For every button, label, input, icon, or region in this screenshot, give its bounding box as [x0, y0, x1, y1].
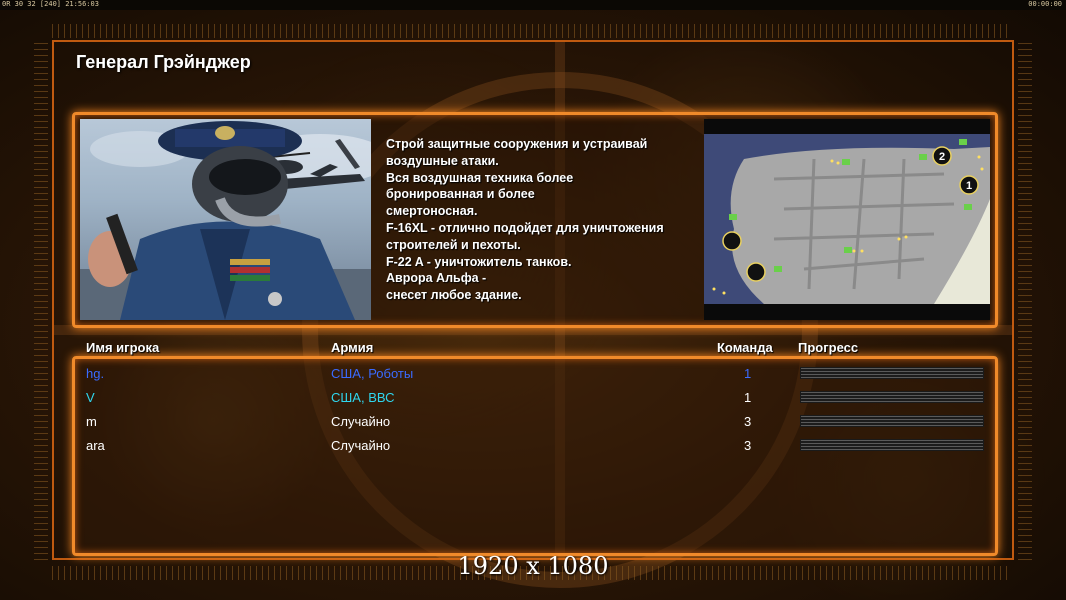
pilot-portrait-image — [80, 121, 371, 320]
svg-text:2: 2 — [939, 151, 945, 163]
svg-text:1: 1 — [966, 180, 972, 192]
ruler-left — [34, 40, 48, 560]
players-panel — [72, 356, 998, 556]
player-progress-bar — [800, 415, 984, 427]
player-name: V — [86, 390, 95, 405]
player-name: ara — [86, 438, 105, 453]
player-progress-bar — [800, 367, 984, 379]
hud-left-readout: 0R 30 32 [240] 21:56:03 — [2, 0, 99, 8]
player-team: 1 — [744, 390, 752, 405]
column-header-progress: Прогресс — [798, 340, 859, 355]
player-army: Случайно — [331, 438, 391, 453]
resolution-label: 1920 x 1080 — [457, 552, 609, 580]
status-bar — [0, 0, 1066, 10]
player-name: m — [86, 414, 97, 429]
player-progress-bar — [800, 391, 984, 403]
column-header-team: Команда — [717, 340, 773, 355]
start-marker-2-icon: 2 — [932, 146, 952, 166]
ruler-right — [1018, 40, 1032, 560]
column-header-army: Армия — [331, 340, 374, 355]
player-progress-bar — [800, 439, 984, 451]
general-title: Генерал Грэйнджер — [76, 52, 251, 72]
player-name: hg. — [86, 366, 105, 381]
hud-right-clock: 00:00:00 — [1028, 0, 1062, 8]
general-description: Строй защитные сооружения и устраивай во… — [386, 137, 664, 303]
player-army: США, ВВС — [331, 390, 395, 405]
column-header-player-name: Имя игрока — [86, 340, 160, 355]
player-army: Случайно — [331, 414, 391, 429]
player-team: 3 — [744, 438, 752, 453]
map-preview[interactable]: 2 1 — [704, 119, 990, 320]
player-team: 3 — [744, 414, 752, 429]
player-team: 1 — [744, 366, 752, 381]
minimap-image: 2 1 — [704, 119, 990, 320]
ruler-top — [52, 24, 1012, 38]
start-marker-1-icon: 1 — [959, 175, 979, 195]
general-portrait — [80, 119, 371, 320]
player-army: США, Роботы — [331, 366, 414, 381]
